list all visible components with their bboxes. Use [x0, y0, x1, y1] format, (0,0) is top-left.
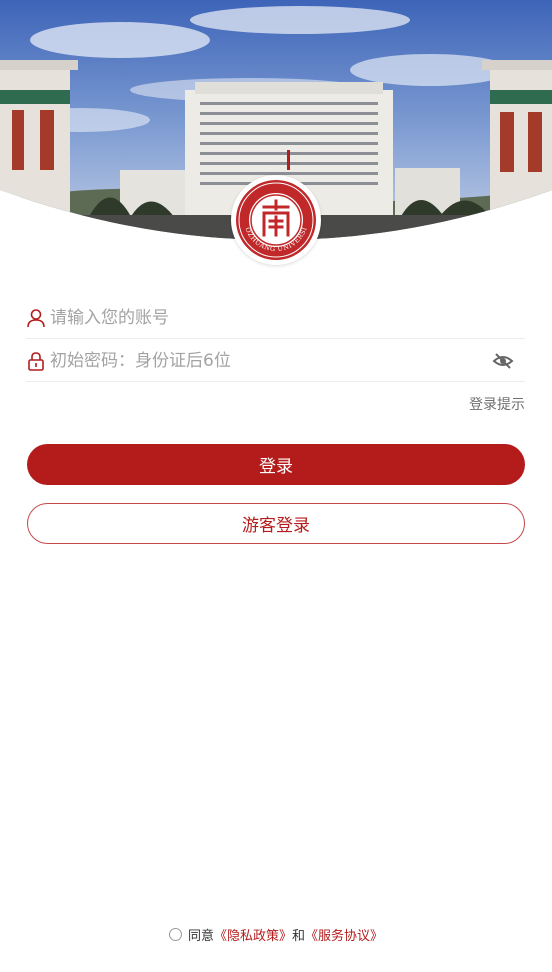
- agree-and: 和: [292, 928, 306, 944]
- eye-off-icon[interactable]: [491, 349, 515, 373]
- password-input[interactable]: [50, 350, 491, 371]
- password-field-row: [26, 340, 525, 382]
- agreement-row: 同意 《隐私政策》 和 《服务协议》: [0, 924, 552, 944]
- login-page: ZAOZHUANG UNIVERSITY: [0, 0, 552, 972]
- account-field-row: [26, 297, 525, 339]
- privacy-policy-link[interactable]: 《隐私政策》: [214, 925, 292, 944]
- lock-icon: [26, 351, 46, 371]
- university-seal-logo: ZAOZHUANG UNIVERSITY: [227, 169, 321, 265]
- user-icon: [26, 308, 46, 328]
- login-hint-link[interactable]: 登录提示: [469, 394, 525, 414]
- service-agreement-link[interactable]: 《服务协议》: [305, 925, 383, 944]
- login-button[interactable]: 登录: [27, 444, 525, 485]
- guest-login-button[interactable]: 游客登录: [27, 503, 525, 544]
- agree-radio[interactable]: [168, 927, 182, 941]
- account-input[interactable]: [50, 307, 525, 328]
- agree-prefix: 同意: [187, 928, 214, 944]
